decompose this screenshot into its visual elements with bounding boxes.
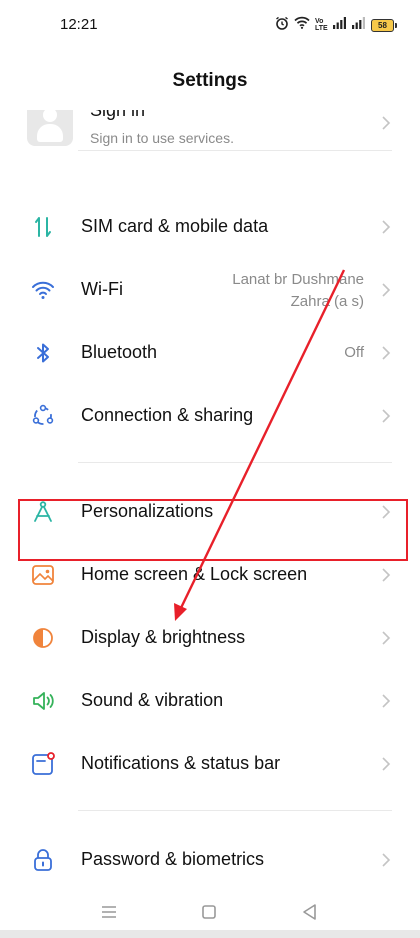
settings-item-label: Display & brightness <box>81 627 246 647</box>
settings-item-label: Password & biometrics <box>81 849 265 869</box>
settings-item-label: Notifications & status bar <box>81 753 281 773</box>
notification-icon <box>30 751 56 777</box>
settings-item-bluetooth[interactable]: Bluetooth Off <box>0 322 420 382</box>
wifi-icon <box>30 277 56 303</box>
volte-bottom: LTE <box>315 25 328 32</box>
back-icon[interactable] <box>300 902 320 922</box>
signal-1-icon <box>333 16 347 34</box>
display-icon <box>30 625 56 651</box>
chevron-right-icon <box>379 409 393 423</box>
volte-indicator: Vo LTE <box>315 18 328 32</box>
wifi-network-name: Lanat br Dushmane Zahra (a s) <box>232 269 364 313</box>
settings-item-label: Home screen & Lock screen <box>81 564 308 584</box>
volte-top: Vo <box>315 18 324 25</box>
divider <box>78 462 392 463</box>
settings-item-label: SIM card & mobile data <box>81 216 269 236</box>
lock-icon <box>30 847 56 873</box>
sign-in-subtitle: Sign in to use services. <box>90 130 234 146</box>
chevron-right-icon <box>379 757 393 771</box>
sound-icon <box>30 688 56 714</box>
status-icons: Vo LTE 58 <box>275 16 397 35</box>
chevron-right-icon <box>379 568 393 582</box>
settings-item-wifi[interactable]: Wi-Fi Lanat br Dushmane Zahra (a s) <box>0 259 420 319</box>
wifi-name-line-1: Lanat br Dushmane <box>232 271 364 288</box>
settings-item-sim-card[interactable]: SIM card & mobile data <box>0 196 420 256</box>
chevron-right-icon <box>379 220 393 234</box>
home-icon[interactable] <box>199 902 219 922</box>
chevron-right-icon <box>379 694 393 708</box>
signal-2-icon <box>352 16 366 34</box>
settings-item-label: Wi-Fi <box>81 279 123 299</box>
bluetooth-status: Off <box>344 344 364 361</box>
chevron-right-icon <box>379 346 393 360</box>
divider <box>78 810 392 811</box>
battery-icon: 58 <box>371 18 397 32</box>
settings-item-notifications[interactable]: Notifications & status bar <box>0 733 420 793</box>
sign-in-title: Sign in <box>90 110 146 120</box>
avatar <box>27 110 73 146</box>
account-sign-in[interactable]: Sign in Sign in to use services. <box>0 110 420 150</box>
bluetooth-icon <box>30 340 56 366</box>
status-bar: 12:21 Vo LTE 58 <box>0 0 420 50</box>
chevron-right-icon <box>379 631 393 645</box>
page-title: Settings <box>172 70 248 91</box>
chevron-right-icon <box>379 853 393 867</box>
settings-item-password-biometrics[interactable]: Password & biometrics <box>0 829 420 889</box>
divider <box>78 150 392 151</box>
wifi-status-icon <box>294 16 310 34</box>
menu-icon[interactable] <box>99 902 119 922</box>
highlight-box <box>18 499 408 561</box>
status-time: 12:21 <box>60 16 98 33</box>
wifi-name-line-2: Zahra (a s) <box>290 293 364 310</box>
settings-item-display-brightness[interactable]: Display & brightness <box>0 607 420 667</box>
settings-item-label: Sound & vibration <box>81 690 224 710</box>
settings-item-connection-sharing[interactable]: Connection & sharing <box>0 385 420 445</box>
home-screen-icon <box>30 562 56 588</box>
chevron-right-icon <box>379 116 393 130</box>
sim-data-icon <box>30 214 56 240</box>
settings-item-label: Bluetooth <box>81 342 158 362</box>
settings-item-sound-vibration[interactable]: Sound & vibration <box>0 670 420 730</box>
connection-icon <box>30 403 56 429</box>
alarm-icon <box>275 16 289 35</box>
chevron-right-icon <box>379 283 393 297</box>
settings-item-label: Connection & sharing <box>81 405 254 425</box>
bottom-edge <box>0 930 420 938</box>
